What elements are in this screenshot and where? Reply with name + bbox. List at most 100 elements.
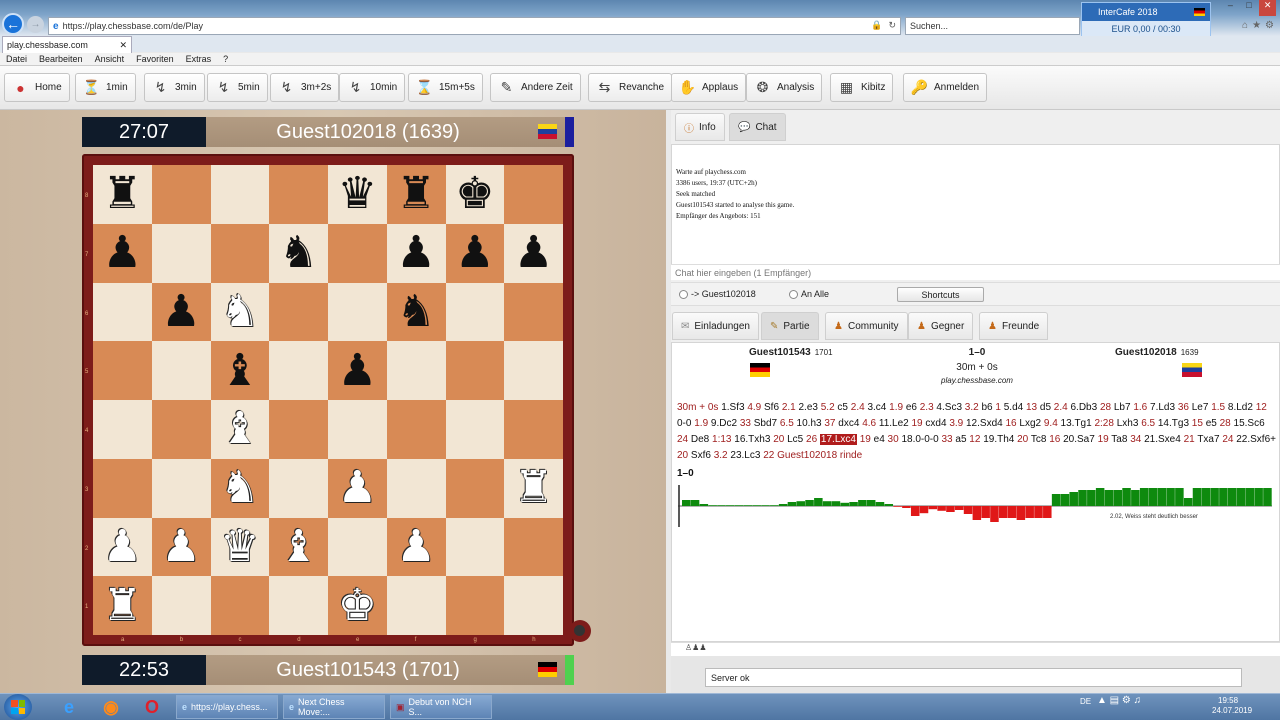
eval-bar[interactable]	[1263, 488, 1272, 506]
eval-bar[interactable]	[1227, 488, 1237, 506]
menu-bearbeiten[interactable]: Bearbeiten	[39, 54, 83, 64]
square-e3[interactable]: ♟	[328, 458, 387, 518]
eval-bar[interactable]	[1069, 492, 1078, 506]
white-rook-icon[interactable]: ♜	[514, 466, 553, 510]
eval-bar[interactable]	[1236, 488, 1246, 506]
square-c1[interactable]	[210, 576, 270, 635]
square-f1[interactable]	[386, 576, 446, 635]
square-b2[interactable]: ♟	[151, 517, 211, 577]
eval-bar[interactable]	[822, 501, 832, 506]
square-c3[interactable]: ♞	[210, 458, 270, 518]
eval-bar[interactable]	[999, 506, 1008, 518]
eval-bar[interactable]	[690, 500, 700, 506]
square-g3[interactable]	[445, 458, 505, 518]
square-c7[interactable]	[210, 223, 270, 283]
eval-bar[interactable]	[734, 505, 744, 506]
move-text[interactable]: 3.c4	[865, 402, 889, 413]
square-b7[interactable]	[151, 223, 211, 283]
move-text[interactable]: 9.Dc2	[708, 418, 740, 429]
move-text[interactable]: 21.Sxe4	[1141, 434, 1183, 445]
eval-bar[interactable]	[717, 505, 726, 506]
windows-start-button[interactable]	[4, 694, 32, 720]
home-button[interactable]: ● Home	[4, 73, 70, 102]
square-g4[interactable]	[445, 400, 505, 459]
eval-bar[interactable]	[1192, 488, 1202, 506]
eval-bar[interactable]	[1016, 506, 1026, 520]
other-time-button[interactable]: ✎ Andere Zeit	[490, 73, 581, 102]
square-a7[interactable]: ♟	[93, 223, 152, 283]
square-d4[interactable]	[269, 400, 328, 459]
move-text[interactable]: e6	[903, 402, 920, 413]
move-text[interactable]: e4	[871, 434, 888, 445]
square-f3[interactable]	[386, 458, 446, 518]
move-text[interactable]: Lc5	[784, 434, 806, 445]
move-text[interactable]: Lxh3	[1114, 418, 1141, 429]
menu-favoriten[interactable]: Favoriten	[136, 54, 174, 64]
anmelden-button[interactable]: 🔑 Anmelden	[903, 73, 988, 102]
eval-bar[interactable]	[708, 505, 717, 506]
square-h6[interactable]	[504, 282, 563, 342]
eval-bar[interactable]	[1148, 488, 1158, 506]
menu-extras[interactable]: Extras	[186, 54, 212, 64]
tab-einladungen[interactable]: ✉ Einladungen	[672, 312, 759, 340]
chat-input[interactable]: Chat hier eingeben (1 Empfänger)	[671, 264, 1280, 280]
move-text[interactable]: 18.0-0-0	[899, 434, 942, 445]
time-3m2s-button[interactable]: ↯ 3m+2s	[270, 73, 340, 102]
black-knight-icon[interactable]: ♞	[279, 231, 318, 275]
taskbar-item-nextchessmove[interactable]: e Next Chess Move:...	[283, 695, 385, 719]
eval-bar[interactable]	[1078, 490, 1087, 506]
move-text[interactable]: 20.Sa7	[1060, 434, 1097, 445]
taskbar-item-debut[interactable]: ▣ Debut von NCH S...	[390, 695, 492, 719]
white-bishop-icon[interactable]: ♝	[220, 407, 259, 451]
square-g6[interactable]	[445, 282, 505, 342]
move-text[interactable]: b6	[979, 402, 996, 413]
square-c5[interactable]: ♝	[210, 341, 270, 400]
move-text[interactable]: Sbd7	[751, 418, 780, 429]
pieces-icon[interactable]: ♙♟♟	[685, 643, 707, 652]
white-pawn-icon[interactable]: ♟	[161, 524, 200, 569]
internet-explorer-icon[interactable]: e	[52, 695, 86, 719]
eval-bar[interactable]	[1060, 494, 1070, 506]
chessboard[interactable]: ♜ ♛ ♜ ♚ ♟ ♞ ♟ ♟ ♟ ♟ ♞ ♞ ♝ ♟ ♝ ♞ ♟ ♜ ♟ ♟ ♛ ♝ ♟ ♜ ♚	[93, 165, 563, 635]
recipient-opponent[interactable]: -> Guest102018	[679, 289, 756, 300]
eval-bar[interactable]	[1007, 506, 1017, 518]
square-d3[interactable]	[269, 458, 328, 518]
square-e8[interactable]: ♛	[328, 165, 387, 224]
applaus-button[interactable]: ✋ Applaus	[671, 73, 747, 102]
tab-info[interactable]: ⓘ Info	[675, 113, 725, 141]
eval-bar[interactable]	[831, 501, 841, 506]
clock-date[interactable]: 24.07.2019	[1212, 706, 1252, 715]
square-e1[interactable]: ♚	[328, 576, 387, 635]
eval-bar[interactable]	[1183, 498, 1193, 506]
eval-bar[interactable]	[1210, 488, 1219, 506]
white-rook-icon[interactable]: ♜	[103, 583, 142, 628]
move-list[interactable]: 30m + 0s 1.Sf3 4.9 Sf6 2.1 2.e3 5.2 c5 2…	[677, 400, 1277, 482]
eval-bar[interactable]	[1219, 488, 1228, 506]
square-b4[interactable]	[151, 400, 211, 459]
eval-bar[interactable]	[743, 505, 753, 506]
black-king-icon[interactable]: ♚	[455, 172, 494, 216]
eval-bar[interactable]	[875, 502, 885, 506]
move-text[interactable]: 4.Sc3	[934, 402, 965, 413]
analysis-button[interactable]: ❂ Analysis	[746, 73, 823, 102]
black-pawn-icon[interactable]: ♟	[161, 289, 200, 334]
square-f5[interactable]	[386, 341, 446, 400]
square-f8[interactable]: ♜	[386, 165, 446, 224]
black-pawn-icon[interactable]: ♟	[103, 231, 142, 275]
eval-bar[interactable]	[866, 500, 876, 506]
square-f2[interactable]: ♟	[386, 517, 446, 577]
revanche-button[interactable]: ⇆ Revanche	[588, 73, 673, 102]
square-a5[interactable]	[93, 341, 152, 400]
clock-time[interactable]: 19:58	[1218, 696, 1238, 705]
kibitz-button[interactable]: ▦ Kibitz	[830, 73, 894, 102]
black-rook-icon[interactable]: ♜	[396, 172, 435, 216]
search-input[interactable]: Suchen...	[905, 17, 1080, 35]
move-text[interactable]: 6.Db3	[1068, 402, 1100, 413]
eval-bar[interactable]	[937, 506, 946, 511]
time-5min-button[interactable]: ↯ 5min	[207, 73, 268, 102]
move-text[interactable]: cxd4	[923, 418, 950, 429]
eval-bar[interactable]	[1095, 488, 1105, 506]
tab-community[interactable]: ♟ Community	[825, 312, 908, 340]
square-h3[interactable]: ♜	[504, 458, 563, 518]
eval-bar[interactable]	[752, 505, 761, 506]
